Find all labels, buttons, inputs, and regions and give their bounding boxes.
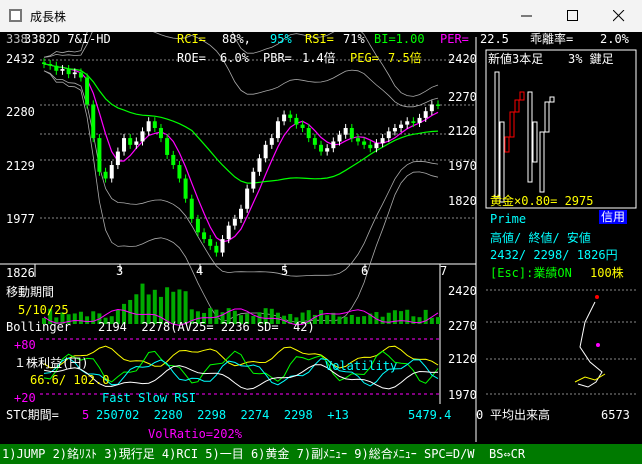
kagi-title: 3% 鍵足 [568,52,614,66]
line-break-bar [509,111,515,138]
right-axis-label: 2270 [448,90,477,104]
stc-period-value: 5 [82,408,90,422]
per-value: 22.5 [480,32,509,46]
rsi-label: RSI= [305,32,334,46]
line-break-bar [494,71,500,198]
pbr-label: PBR= [263,51,292,65]
line-break-bar [504,136,510,153]
month-label: 4 [196,264,204,278]
line-break-bar [549,96,555,103]
stc-last-value: 5479.4 [408,408,452,422]
scatter-point [596,343,600,347]
pbr-value: 1.4倍 [302,51,336,65]
function-menu-text[interactable]: 1)JUMP 2)銘ﾘｽﾄ 3)現行足 4)RCI 5)一目 6)黄金 7)副ﾒ… [2,447,525,461]
right-axis2-label: 2420 [448,284,477,298]
month-label: 3 [116,264,124,278]
line-break-bar [519,91,525,101]
market-label: Prime [490,212,527,226]
price-volume-scatter [574,295,606,388]
line-break-bar [532,121,538,163]
per-label: PER= [440,32,469,46]
roe-label: ROE= [177,51,206,65]
price-axis-label: 1977 [6,212,35,226]
stock-code-name: 3382D 7&I-HD [24,32,111,46]
right-axis-label: 2420 [448,52,477,66]
rsi-value: 71% [343,32,365,46]
roe-value: 6.0% [220,51,249,65]
price-axis-label: 2280 [6,105,35,119]
eps-values: 66.6/ 102.0 [30,373,110,387]
three-line-break-chart [494,71,555,203]
margin-badge: 信用 [599,210,628,224]
fast-slow-rsi-label: Fast Slow RSI [102,391,196,405]
volume-ratio: VolRatio=202% [148,427,242,441]
chart-window: 338 3382D 7&I-HD RCI= 88%, 95% RSI= 71% … [0,32,642,464]
price-axis-label: 1826 [6,266,35,280]
golden-ratio-value: 黄金×0.80= 2975 [490,194,594,208]
stc-period-label: STC期間= [6,408,59,422]
rci-value: 88%, [222,32,251,46]
peg-label: PEG= [350,51,379,65]
esc-financials-toggle[interactable]: [Esc]:業績ON [490,266,572,280]
maximize-button[interactable] [550,0,596,32]
right-axis-label: 1820 [448,194,477,208]
window-title: 成長株 [30,10,67,24]
hlc-label: 高値/ 終値/ 安値 [490,231,591,245]
line-break-bar [544,101,550,133]
right-axis2-label: 2270 [448,319,477,333]
bi-label: BI=1.00 [374,32,425,46]
deviation-label: 乖離率= [530,32,574,46]
avg-volume-label: 平均出来高 [490,408,551,422]
right-axis-label: 1970 [448,159,477,173]
close-button[interactable] [596,0,642,32]
peg-value: 7.5倍 [388,51,422,65]
maximize-icon [567,10,578,21]
deviation-value: 2.0% [600,32,629,46]
close-icon [613,10,625,22]
line-break-bar [514,99,520,113]
bollinger-values: 2194 2278(AV25= 2236 SD= 42) [98,320,315,334]
month-label: 5 [281,264,289,278]
minimize-icon [521,15,532,17]
app-icon [9,9,22,22]
price-axis-label: 2129 [6,159,35,173]
month-label: 6 [361,264,369,278]
hlc-values: 2432/ 2298/ 1826円 [490,248,618,262]
function-key-menu[interactable]: 1)JUMP 2)銘ﾘｽﾄ 3)現行足 4)RCI 5)一目 6)黄金 7)副ﾒ… [0,444,642,464]
right-zero-label: 0 [476,408,484,422]
plus-80-label: +80 [14,338,36,352]
avg-volume-value: 6573 [601,408,630,422]
right-axis-label: 2120 [448,124,477,138]
scatter-point [595,295,599,299]
three-line-break-title: 新値3本足 [488,52,544,66]
right-axis2-label: 1970 [448,388,477,402]
month-label: 7 [440,264,448,278]
ma-period-label: 移動期間 [6,285,55,299]
price-axis-label: 2432 [6,52,35,66]
plus-20-label: +20 [14,391,36,405]
ma-periods: 5/10/25 [18,303,69,317]
line-break-bar [539,131,545,193]
right-axis2-label: 2120 [448,352,477,366]
line-break-bar [499,121,505,203]
bollinger-label: Bollinger [6,320,72,334]
rci-value-2: 95% [270,32,292,46]
rci-label: RCI= [177,32,206,46]
title-bar: 成長株 [0,0,642,32]
lot-size: 100株 [590,266,624,280]
line-break-bar [527,91,533,183]
volatility-label: Volatility [325,359,398,373]
stc-values: 250702 2280 2298 2274 2298 +13 [96,408,349,422]
minimize-button[interactable] [504,0,550,32]
eps-label: １株利益(円) [14,356,89,370]
